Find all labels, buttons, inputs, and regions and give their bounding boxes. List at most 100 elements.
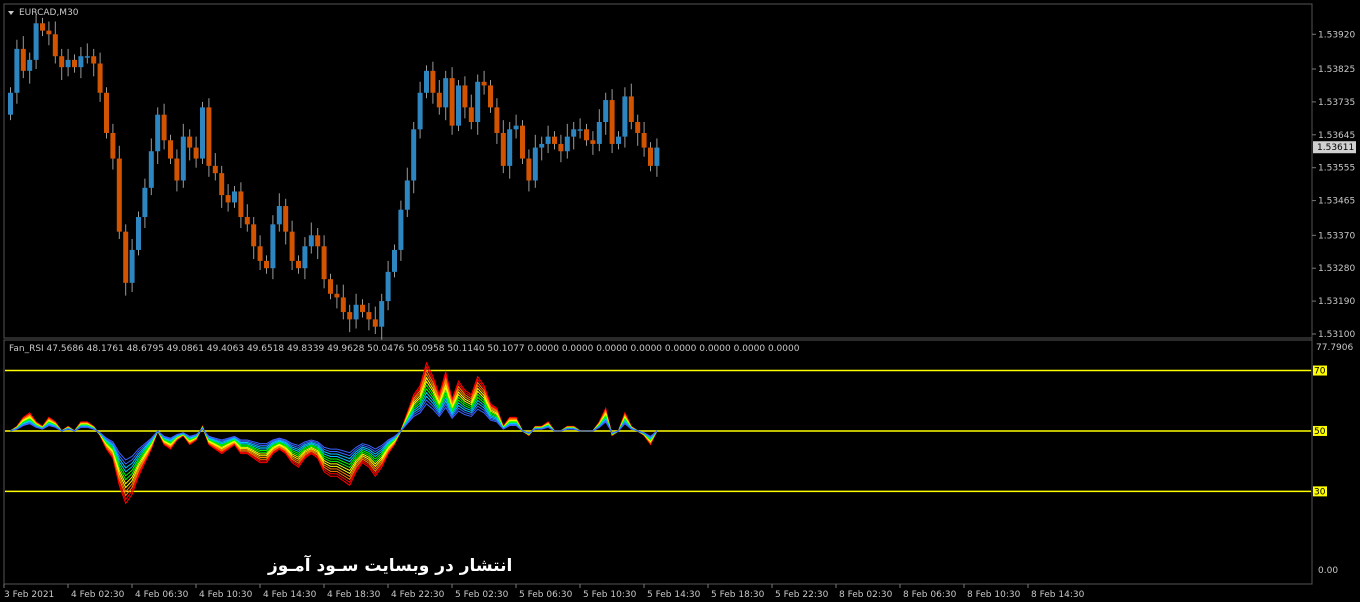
candle-body: [302, 246, 308, 269]
price-tick-label: 1.53920: [1318, 30, 1355, 40]
candle-body: [603, 100, 609, 122]
candle-body: [328, 279, 333, 294]
candle-body: [321, 246, 327, 280]
candle-body: [59, 56, 65, 68]
candle-body: [129, 249, 135, 283]
candle-body: [187, 136, 193, 148]
candle-body: [168, 140, 173, 159]
candle-body: [276, 206, 282, 225]
chart-canvas[interactable]: EURCAD,M30 1.539201.538251.537351.536451…: [0, 0, 1360, 602]
rsi-fan-line: [10, 387, 658, 477]
time-ticks-group: 3 Feb 2021 4 Feb 02:30 4 Feb 06:30 4 Feb 10…: [3, 584, 1085, 600]
candle-body: [257, 246, 263, 261]
symbol-dropdown-icon[interactable]: [8, 11, 14, 15]
candle-body: [40, 23, 45, 31]
candle-body: [628, 96, 634, 122]
candle-body: [635, 122, 641, 133]
candle-body: [654, 147, 660, 166]
candle-body: [155, 114, 161, 152]
candle-body: [289, 231, 295, 261]
candle-body: [532, 147, 538, 181]
candle-body: [372, 319, 378, 327]
candles-group: [8, 12, 660, 340]
candle-body: [251, 224, 257, 247]
rsi-lines-group: [10, 361, 658, 505]
candle-body: [424, 70, 429, 93]
time-tick-label: 4 Feb 18:30: [327, 590, 381, 600]
candle-body: [468, 107, 474, 122]
rsi-levels-group: 70 50 30: [5, 365, 1327, 497]
indicator-panel: [3, 339, 1313, 585]
candle-body: [136, 217, 141, 250]
price-tick-label: 1.53100: [1318, 330, 1355, 340]
candle-body: [609, 100, 615, 144]
candle-body: [366, 312, 372, 320]
price-tick-label: 1.53645: [1318, 131, 1355, 141]
rsi-level-label: 30: [1314, 487, 1326, 497]
time-tick-label: 4 Feb 22:30: [391, 590, 445, 600]
candle-body: [334, 293, 340, 298]
candle-body: [270, 224, 276, 269]
time-tick-label: 5 Feb 22:30: [775, 590, 829, 600]
time-tick-label: 4 Feb 02:30: [71, 590, 125, 600]
candle-body: [404, 180, 410, 210]
main-panel: [3, 3, 1313, 339]
rsi-min-label: 0.00: [1318, 566, 1338, 576]
candle-body: [488, 85, 493, 108]
candle-body: [494, 107, 500, 133]
candle-body: [180, 136, 186, 181]
candle-body: [520, 125, 525, 159]
candle-body: [622, 96, 628, 137]
candle-body: [571, 129, 577, 137]
candle-body: [110, 132, 116, 159]
candle-body: [507, 129, 513, 166]
candle-body: [123, 231, 129, 283]
time-tick-label: 8 Feb 02:30: [839, 590, 893, 600]
candle-body: [500, 132, 506, 166]
price-tick-label: 1.53735: [1318, 98, 1355, 108]
candle-body: [244, 217, 250, 225]
chart-window[interactable]: EURCAD,M30 1.53920 1.53825 1.53735 1.53645 1…: [0, 0, 1360, 602]
candle-body: [33, 23, 39, 60]
candle-body: [481, 81, 487, 86]
candle-body: [513, 125, 519, 130]
candle-body: [641, 132, 647, 148]
time-tick-label: 4 Feb 14:30: [263, 590, 317, 600]
candle-body: [430, 70, 436, 93]
watermark-text: انتشار در وبسایت سـود آمـوز: [267, 554, 512, 576]
symbol-label: EURCAD,M30: [19, 8, 79, 18]
candle-body: [14, 48, 20, 93]
rsi-level-label: 50: [1314, 427, 1326, 437]
candle-body: [577, 129, 583, 131]
candle-body: [379, 301, 385, 327]
time-tick-label: 5 Feb 02:30: [455, 590, 509, 600]
candle-body: [8, 92, 13, 115]
candle-body: [193, 147, 199, 159]
last-price-label: 1.53611: [1317, 143, 1354, 153]
time-tick-label: 5 Feb 18:30: [711, 590, 765, 600]
rsi-max-label: 77.7906: [1316, 343, 1353, 353]
candle-body: [584, 129, 589, 141]
indicator-title: Fan_RSI 47.5686 48.1761 48.6795 49.0861 …: [9, 344, 800, 354]
candle-body: [148, 151, 154, 188]
candle-body: [212, 165, 218, 174]
candle-body: [91, 56, 97, 64]
candle-body: [360, 304, 365, 313]
price-tick-label: 1.53555: [1318, 164, 1355, 174]
candle-body: [417, 92, 423, 130]
rsi-fan-line: [10, 361, 658, 505]
rsi-fan-line: [10, 384, 658, 481]
candle-body: [392, 249, 397, 272]
time-tick-label: 3 Feb 2021: [4, 590, 54, 600]
time-tick-label: 4 Feb 06:30: [135, 590, 189, 600]
price-tick-label: 1.53190: [1318, 297, 1355, 307]
candle-body: [564, 136, 570, 152]
time-tick-label: 5 Feb 10:30: [583, 590, 637, 600]
candle-body: [456, 85, 461, 126]
candle-body: [526, 158, 532, 181]
candle-body: [72, 59, 77, 68]
time-tick-label: 8 Feb 14:30: [1031, 590, 1085, 600]
rsi-fan-line: [10, 395, 658, 469]
candle-body: [558, 143, 564, 152]
rsi-fan-line: [10, 369, 658, 497]
